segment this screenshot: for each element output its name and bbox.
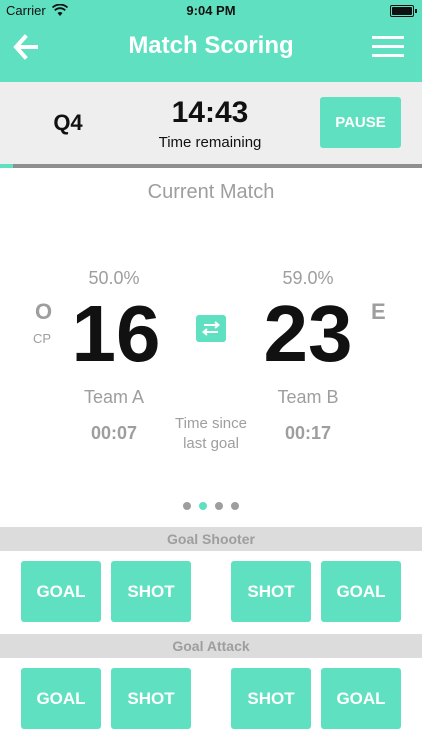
position-header-goal-attack: Goal Attack: [0, 634, 422, 658]
goal-shooter-team-b-goal-button[interactable]: GOAL: [321, 561, 401, 622]
team-a-percentage: 50.0%: [88, 268, 140, 288]
team-b-percentage: 59.0%: [282, 268, 334, 288]
time-since-label-line1: Time since: [175, 415, 247, 432]
team-a-name: Team A: [83, 387, 145, 407]
page-dot[interactable]: [199, 502, 207, 510]
time-since-goal-label: Time since last goal: [150, 414, 272, 454]
current-match-title: Current Match: [147, 181, 275, 203]
hamburger-menu-icon[interactable]: [372, 36, 404, 58]
goal-shooter-team-a-goal-button[interactable]: GOAL: [21, 561, 101, 622]
swap-arrows-icon: [201, 321, 221, 336]
timer-panel: Q4 14:43 Time remaining PAUSE: [0, 82, 422, 164]
team-a-score: 16: [71, 289, 161, 378]
page-dot[interactable]: [215, 502, 223, 510]
goal-attack-team-b-goal-button[interactable]: GOAL: [321, 668, 401, 729]
goal-attack-team-a-goal-button[interactable]: GOAL: [21, 668, 101, 729]
page-indicator[interactable]: [0, 502, 422, 510]
quarter-progress-fill: [0, 164, 13, 168]
status-bar: Carrier 9:04 PM: [0, 0, 422, 22]
position-header-goal-shooter: Goal Shooter: [0, 527, 422, 551]
page-dot[interactable]: [231, 502, 239, 510]
nav-bar: Match Scoring: [0, 22, 422, 82]
goal-shooter-team-b-shot-button[interactable]: SHOT: [231, 561, 311, 622]
quarter-label: Q4: [53, 110, 83, 135]
team-b-position-main[interactable]: E: [371, 299, 386, 325]
time-remaining-label: Time remaining: [158, 134, 262, 151]
page-dot[interactable]: [183, 502, 191, 510]
page-title: Match Scoring: [128, 32, 294, 59]
quarter-progress-bar: [0, 164, 422, 168]
goal-attack-team-a-shot-button[interactable]: SHOT: [111, 668, 191, 729]
status-time: 9:04 PM: [186, 3, 236, 18]
back-arrow-icon[interactable]: [12, 32, 42, 62]
time-since-label-line2: last goal: [183, 435, 239, 452]
goal-shooter-team-a-shot-button[interactable]: SHOT: [111, 561, 191, 622]
game-clock: 14:43: [171, 96, 249, 129]
battery-icon: [390, 5, 417, 17]
team-b-name: Team B: [277, 387, 339, 407]
pause-button[interactable]: PAUSE: [320, 97, 401, 148]
swap-button[interactable]: [196, 315, 226, 342]
team-b-score: 23: [263, 289, 353, 378]
goal-attack-team-b-shot-button[interactable]: SHOT: [231, 668, 311, 729]
